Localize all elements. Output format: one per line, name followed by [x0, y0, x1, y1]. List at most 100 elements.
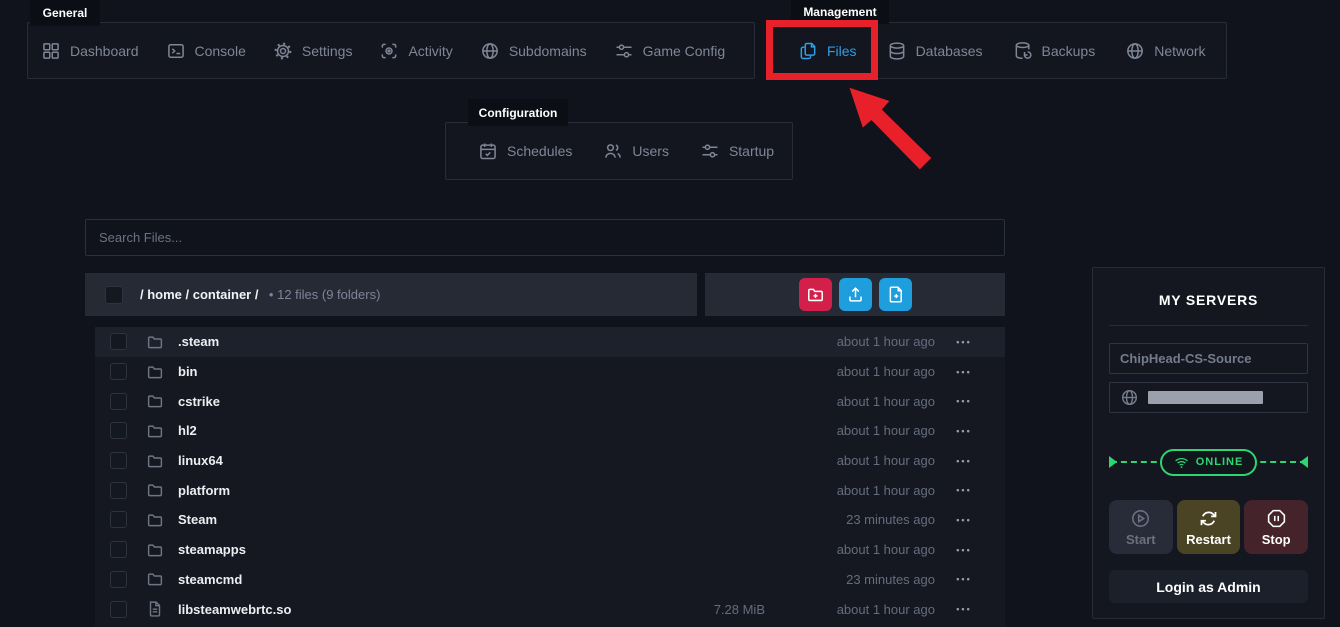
row-checkbox[interactable]	[110, 570, 127, 588]
file-row[interactable]: libsteamwebrtc.so 7.28 MiB about 1 hour …	[95, 594, 1005, 624]
search-input[interactable]	[85, 219, 1005, 256]
folder-icon	[146, 392, 164, 410]
tab-backups[interactable]: Backups	[1013, 41, 1096, 61]
restart-button[interactable]: Restart	[1176, 500, 1241, 554]
panel-title: MY SERVERS	[1158, 292, 1259, 308]
tab-label: Game Config	[642, 42, 726, 59]
configuration-group-label: Configuration	[468, 99, 568, 126]
file-modified: about 1 hour ago	[836, 334, 935, 350]
tab-game-config[interactable]: Game Config	[614, 41, 725, 61]
database-icon	[887, 41, 907, 61]
tab-subdomains[interactable]: Subdomains	[480, 41, 587, 61]
divider	[1109, 325, 1308, 326]
server-address-box[interactable]	[1109, 382, 1308, 413]
breadcrumb-summary: • 12 files (9 folders)	[268, 286, 381, 302]
folder-plus-icon	[806, 285, 825, 304]
file-row[interactable]: .steam about 1 hour ago •••	[95, 327, 1005, 357]
file-row[interactable]: hl2 about 1 hour ago •••	[95, 416, 1005, 446]
row-menu-button[interactable]: •••	[935, 485, 993, 495]
restart-icon	[1198, 508, 1219, 529]
row-menu-button[interactable]: •••	[935, 426, 993, 436]
new-folder-button[interactable]	[798, 278, 832, 311]
activity-icon	[379, 41, 399, 61]
status-right-arrow-icon	[1300, 456, 1308, 468]
new-file-button[interactable]	[878, 278, 912, 311]
row-menu-button[interactable]: •••	[935, 367, 993, 377]
tab-label: Startup	[728, 143, 775, 159]
file-name: libsteamwebrtc.so	[178, 601, 292, 617]
tab-startup[interactable]: Startup	[700, 141, 774, 161]
file-name: bin	[178, 364, 198, 380]
configuration-nav: Schedules Users Startup	[445, 122, 793, 180]
row-checkbox[interactable]	[110, 363, 127, 381]
tab-label: Schedules	[507, 143, 573, 159]
tab-settings[interactable]: Settings	[273, 41, 352, 61]
file-row[interactable]: cstrike about 1 hour ago •••	[95, 386, 1005, 416]
tab-label: Backups	[1041, 42, 1096, 59]
start-button[interactable]: Start	[1109, 500, 1173, 554]
file-row[interactable]: steamapps about 1 hour ago •••	[95, 535, 1005, 565]
tab-console[interactable]: Console	[166, 41, 246, 61]
row-menu-button[interactable]: •••	[935, 574, 993, 584]
file-name: steamapps	[178, 542, 246, 558]
row-checkbox[interactable]	[110, 600, 127, 618]
tab-schedules[interactable]: Schedules	[478, 141, 572, 161]
tab-databases[interactable]: Databases	[887, 41, 983, 61]
file-name: steamcmd	[178, 571, 243, 587]
sliders-icon	[700, 141, 720, 161]
row-checkbox[interactable]	[110, 422, 127, 440]
button-label: Start	[1126, 531, 1156, 547]
play-icon	[1130, 508, 1151, 529]
file-row[interactable]: linux64 about 1 hour ago •••	[95, 446, 1005, 476]
file-name: hl2	[178, 423, 197, 439]
file-name: .steam	[178, 334, 220, 350]
tab-users[interactable]: Users	[603, 141, 669, 161]
row-checkbox[interactable]	[110, 511, 127, 529]
server-name-box[interactable]: ChipHead-CS-Source	[1109, 343, 1308, 374]
row-checkbox[interactable]	[110, 333, 127, 351]
file-document-icon	[146, 600, 164, 618]
row-menu-button[interactable]: •••	[935, 604, 993, 614]
breadcrumb-bar: / home / container / • 12 files (9 folde…	[85, 273, 697, 316]
file-row[interactable]: bin about 1 hour ago •••	[95, 357, 1005, 387]
tab-dashboard[interactable]: Dashboard	[41, 41, 139, 61]
row-menu-button[interactable]: •••	[935, 337, 993, 347]
row-menu-button[interactable]: •••	[935, 456, 993, 466]
backup-icon	[1013, 41, 1033, 61]
general-nav: Dashboard Console Settings Activity Subd…	[27, 22, 755, 79]
file-row[interactable]: steamcmd 23 minutes ago •••	[95, 565, 1005, 595]
dashboard-icon	[41, 41, 61, 61]
upload-icon	[846, 285, 865, 304]
file-row[interactable]: platform about 1 hour ago •••	[95, 475, 1005, 505]
users-icon	[603, 141, 623, 161]
row-menu-button[interactable]: •••	[935, 515, 993, 525]
network-globe-icon	[1125, 41, 1145, 61]
folder-icon	[146, 363, 164, 381]
login-as-admin-button[interactable]: Login as Admin	[1109, 570, 1308, 603]
tab-label: Activity	[408, 42, 453, 59]
tab-network[interactable]: Network	[1125, 41, 1206, 61]
stop-button[interactable]: Stop	[1244, 500, 1309, 554]
breadcrumb-path[interactable]: / home / container /	[140, 287, 258, 302]
annotation-highlight-box	[766, 20, 878, 80]
row-checkbox[interactable]	[110, 481, 127, 499]
file-modified: about 1 hour ago	[836, 482, 935, 498]
upload-button[interactable]	[838, 278, 872, 311]
file-modified: about 1 hour ago	[836, 542, 935, 558]
row-checkbox[interactable]	[110, 541, 127, 559]
file-modified: about 1 hour ago	[836, 423, 935, 439]
tab-activity[interactable]: Activity	[379, 41, 453, 61]
tab-label: Console	[194, 42, 246, 59]
row-menu-button[interactable]: •••	[935, 545, 993, 555]
tab-label: Subdomains	[508, 42, 587, 59]
row-menu-button[interactable]: •••	[935, 396, 993, 406]
file-row[interactable]: Steam 23 minutes ago •••	[95, 505, 1005, 535]
row-checkbox[interactable]	[110, 452, 127, 470]
file-plus-icon	[886, 285, 905, 304]
file-name: platform	[178, 482, 230, 498]
select-all-checkbox[interactable]	[105, 285, 123, 304]
my-servers-panel: MY SERVERS ChipHead-CS-Source ONLINE Sta…	[1092, 267, 1325, 619]
folder-icon	[146, 511, 164, 529]
folder-icon	[146, 541, 164, 559]
row-checkbox[interactable]	[110, 392, 127, 410]
